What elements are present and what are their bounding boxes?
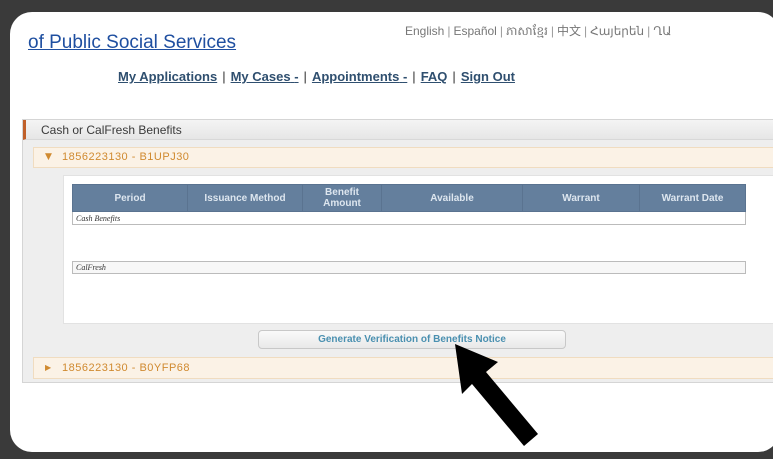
group-cash-benefits: Cash Benefits: [72, 211, 746, 225]
nav-my-applications[interactable]: My Applications: [118, 69, 217, 84]
case-header-collapsed[interactable]: ▶ 1856223130 - B0YFP68: [33, 357, 773, 379]
panel-title: Cash or CalFresh Benefits: [41, 123, 182, 137]
group-calfresh: CalFresh: [72, 261, 746, 274]
lang-armenian[interactable]: Հայերեն: [590, 24, 644, 38]
col-warrant: Warrant: [522, 184, 640, 212]
site-title-link[interactable]: of Public Social Services: [28, 32, 236, 54]
table-row: [72, 224, 746, 262]
black-arrow-pointer-icon: [455, 344, 538, 446]
lang-chinese[interactable]: 中文: [557, 24, 581, 38]
collapse-arrow-icon[interactable]: ▼: [45, 152, 52, 162]
language-selector: English | Español | ភាសាខ្មែរ | 中文 | Հայերեն | ՂԱ: [405, 24, 672, 38]
nav-appointments-caret: -: [402, 69, 408, 84]
benefits-table: Period Issuance Method Benefit Amount Av…: [72, 184, 746, 274]
case-body: Period Issuance Method Benefit Amount Av…: [63, 175, 773, 324]
panel-header: Cash or CalFresh Benefits: [23, 120, 773, 140]
benefits-panel: Cash or CalFresh Benefits ▼ 1856223130 -…: [22, 119, 773, 383]
case-header-expanded[interactable]: ▼ 1856223130 - B1UPJ30: [33, 147, 773, 168]
case-number-label: 1856223130 - B1UPJ30: [62, 151, 190, 163]
nav-sign-out[interactable]: Sign Out: [461, 69, 515, 84]
browser-page: of Public Social Services English | Españo…: [10, 12, 773, 452]
nav-my-cases-caret: -: [294, 69, 299, 84]
main-nav: My Applications | My Cases - | Appointments …: [118, 69, 515, 84]
col-available: Available: [381, 184, 523, 212]
table-header-row: Period Issuance Method Benefit Amount Av…: [72, 184, 746, 212]
nav-appointments-label: Appointments: [311, 69, 400, 84]
col-period: Period: [72, 184, 188, 212]
table-row: CalFresh: [72, 261, 746, 274]
empty-row: [72, 224, 746, 262]
lang-english[interactable]: English: [405, 24, 444, 38]
lang-espanol[interactable]: Español: [453, 24, 496, 38]
col-warrant-date: Warrant Date: [639, 184, 746, 212]
case-number-label-2: 1856223130 - B0YFP68: [62, 362, 191, 374]
nav-my-cases-label: My Cases: [230, 69, 291, 84]
col-benefit-amount: Benefit Amount: [302, 184, 382, 212]
nav-my-cases[interactable]: My Cases -: [231, 69, 299, 84]
nav-faq[interactable]: FAQ: [421, 69, 448, 84]
expand-arrow-icon[interactable]: ▶: [45, 363, 51, 372]
lang-other[interactable]: ՂԱ: [653, 24, 671, 38]
table-row: Cash Benefits: [72, 211, 746, 225]
col-issuance-method: Issuance Method: [187, 184, 303, 212]
lang-khmer[interactable]: ភាសាខ្មែរ: [506, 24, 548, 38]
nav-appointments[interactable]: Appointments -: [312, 69, 407, 84]
